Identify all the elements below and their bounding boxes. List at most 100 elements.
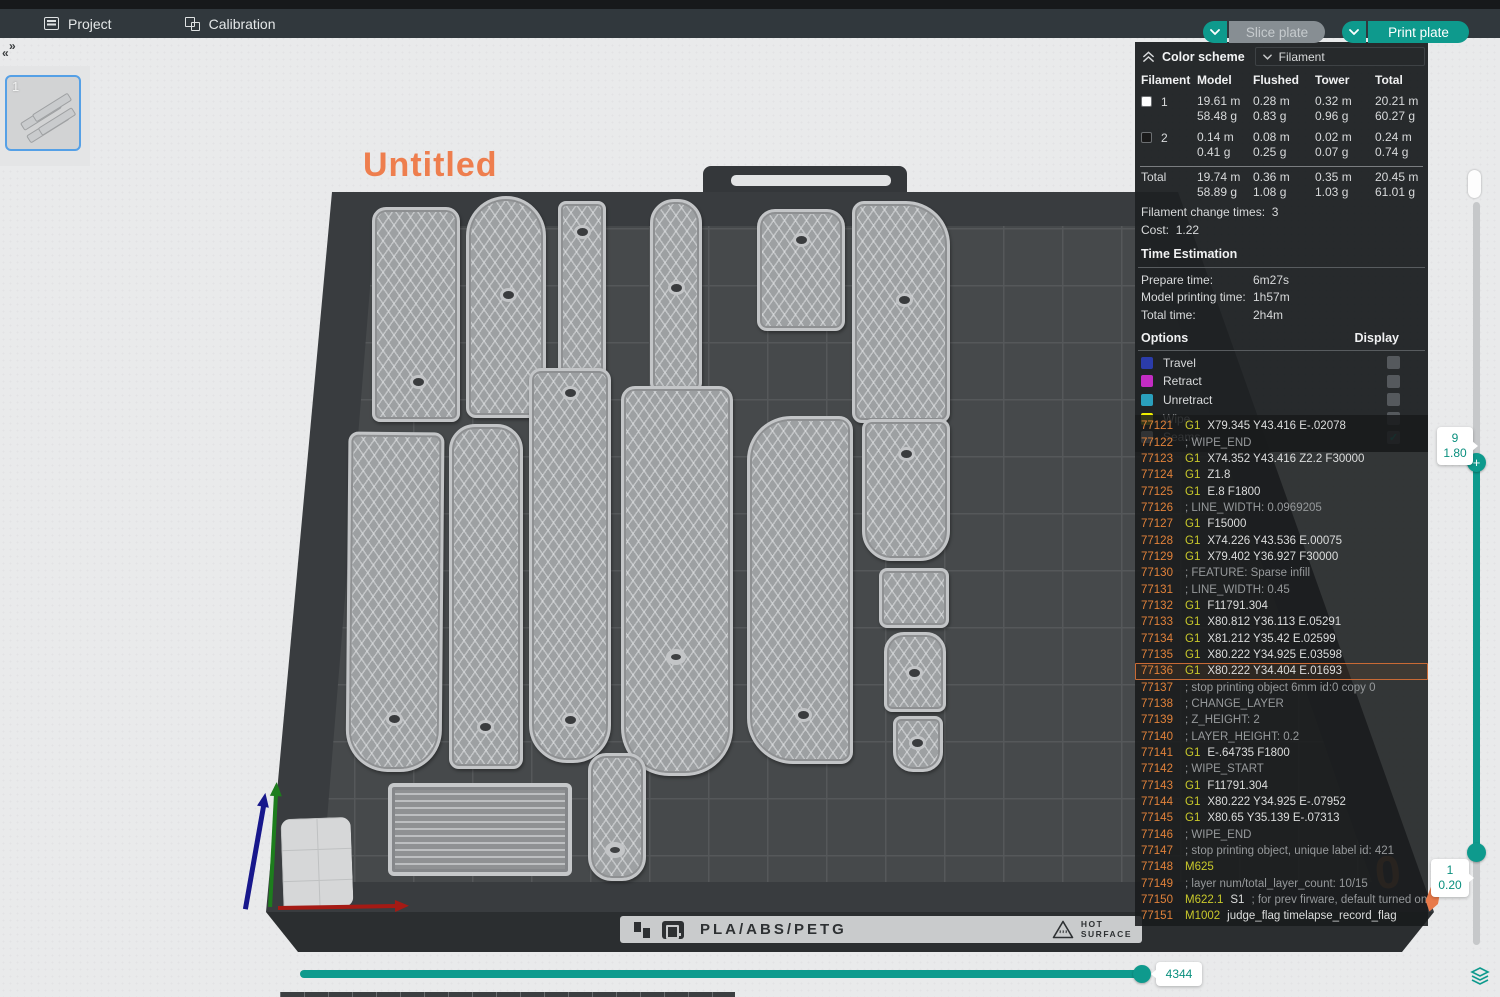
- plate-handle-slot: [731, 175, 891, 186]
- tab-project[interactable]: Project: [30, 9, 126, 38]
- gcode-line[interactable]: 77133G1X80.812 Y36.113 E.05291: [1135, 614, 1428, 630]
- option-label: Retract: [1163, 374, 1202, 388]
- layers-icon[interactable]: [1470, 966, 1490, 986]
- gcode-line-number: 77121: [1141, 420, 1178, 432]
- gcode-line[interactable]: 77122; WIPE_END: [1135, 434, 1428, 450]
- move-slider-handle[interactable]: [1133, 965, 1151, 983]
- gcode-line[interactable]: 77131; LINE_WIDTH: 0.45: [1135, 581, 1428, 597]
- gcode-token: X80.65 Y35.139 E-.07313: [1207, 812, 1339, 824]
- gcode-line[interactable]: 77130; FEATURE: Sparse infill: [1135, 565, 1428, 581]
- gcode-line[interactable]: 77123G1X74.352 Y43.416 Z2.2 F30000: [1135, 451, 1428, 467]
- tab-project-label: Project: [68, 16, 112, 32]
- gcode-line[interactable]: 77147; stop printing object, unique labe…: [1135, 843, 1428, 859]
- gcode-line[interactable]: 77139; Z_HEIGHT: 2: [1135, 712, 1428, 728]
- gcode-line[interactable]: 77149; layer num/total_layer_count: 10/1…: [1135, 876, 1428, 892]
- gcode-line[interactable]: 77146; WIPE_END: [1135, 827, 1428, 843]
- chevron-right-icon: »: [9, 41, 16, 51]
- table-cell: 19.61 m58.48 g: [1197, 94, 1253, 124]
- slice-plate-dropdown-button[interactable]: [1203, 21, 1227, 43]
- move-slider-value: 4344: [1166, 967, 1193, 982]
- gcode-token: F11791.304: [1207, 600, 1268, 612]
- gcode-line[interactable]: 77135G1X80.222 Y34.925 E.03598: [1135, 647, 1428, 663]
- object-hole: [912, 739, 923, 747]
- gcode-line-number: 77139: [1141, 714, 1178, 726]
- gcode-line[interactable]: 77141G1E-.64735 F1800: [1135, 745, 1428, 761]
- print-plate-dropdown-button[interactable]: [1342, 21, 1366, 43]
- gcode-line[interactable]: 77140; LAYER_HEIGHT: 0.2: [1135, 729, 1428, 745]
- gcode-line[interactable]: 77148M625: [1135, 859, 1428, 875]
- prime-wipe-pad: [280, 817, 353, 909]
- plate-title[interactable]: Untitled: [363, 146, 498, 185]
- total-label: Total: [1141, 170, 1197, 200]
- gcode-token: ; stop printing object, unique label id:…: [1185, 845, 1394, 857]
- option-display-checkbox[interactable]: ✓: [1387, 393, 1400, 406]
- gcode-line-number: 77138: [1141, 698, 1178, 710]
- gcode-token: G1: [1185, 518, 1200, 530]
- sliced-object-lid: [388, 783, 572, 876]
- gcode-line-number: 77150: [1141, 894, 1178, 906]
- gcode-line[interactable]: 77125G1E.8 F1800: [1135, 483, 1428, 499]
- gcode-token: G1: [1185, 486, 1200, 498]
- gcode-line-number: 77128: [1141, 535, 1178, 547]
- plate-thumbnail-1[interactable]: 1: [5, 75, 81, 151]
- gcode-line[interactable]: 77134G1X81.212 Y35.42 E.02599: [1135, 630, 1428, 646]
- gcode-line-number: 77135: [1141, 649, 1178, 661]
- gcode-token: X80.222 Y34.925 E.03598: [1207, 649, 1342, 661]
- gcode-token: M1002: [1185, 910, 1220, 922]
- gcode-token: X79.402 Y36.927 F30000: [1207, 551, 1338, 563]
- slice-plate-button[interactable]: Slice plate: [1229, 21, 1325, 43]
- bottom-layer-number: 1: [1447, 863, 1454, 878]
- color-scheme-select[interactable]: Filament: [1255, 47, 1425, 66]
- gcode-line[interactable]: 77124G1Z1.8: [1135, 467, 1428, 483]
- gcode-line[interactable]: 77128G1X74.226 Y43.536 E.00075: [1135, 532, 1428, 548]
- gcode-line[interactable]: 77126; LINE_WIDTH: 0.0969205: [1135, 500, 1428, 516]
- gcode-line[interactable]: 77138 ; CHANGE_LAYER: [1135, 696, 1428, 712]
- top-menu-bar: Project Calibration Slice plate Print pl…: [0, 9, 1500, 38]
- gcode-line[interactable]: 77144G1X80.222 Y34.925 E-.07952: [1135, 794, 1428, 810]
- table-cell: 19.74 m58.89 g: [1197, 170, 1253, 200]
- option-color-swatch: [1141, 394, 1153, 406]
- gcode-line-number: 77131: [1141, 584, 1178, 596]
- gcode-token: ; CHANGE_LAYER: [1185, 698, 1284, 710]
- gcode-line[interactable]: 77129G1X79.402 Y36.927 F30000: [1135, 549, 1428, 565]
- plate-material-label: PLA/ABS/PETG: [700, 921, 847, 938]
- print-plate-button[interactable]: Print plate: [1368, 21, 1469, 43]
- sliced-object: [757, 209, 845, 331]
- filament-swatch[interactable]: [1141, 132, 1152, 143]
- object-hole: [901, 450, 912, 458]
- gcode-line[interactable]: 77142; WIPE_START: [1135, 761, 1428, 777]
- move-slider-track[interactable]: [300, 970, 1148, 978]
- gcode-token: X80.222 Y34.925 E-.07952: [1207, 796, 1346, 808]
- plate-thumbnail-number: 1: [12, 79, 19, 94]
- filament-change-times-label: Filament change times:: [1141, 205, 1265, 219]
- one-layer-toggle[interactable]: [1468, 170, 1481, 198]
- gcode-line[interactable]: 77137; stop printing object 6mm id:0 cop…: [1135, 680, 1428, 696]
- sliced-object: [884, 632, 946, 712]
- gcode-line[interactable]: 77127G1F15000: [1135, 516, 1428, 532]
- option-display-checkbox[interactable]: ✓: [1387, 356, 1400, 369]
- gcode-line[interactable]: 77145G1X80.65 Y35.139 E-.07313: [1135, 810, 1428, 826]
- gcode-token: X80.222 Y34.404 E.01693: [1207, 665, 1342, 677]
- layer-slider-bottom-handle[interactable]: [1467, 843, 1486, 862]
- gcode-line[interactable]: 77143G1F11791.304: [1135, 778, 1428, 794]
- sliced-object: [893, 716, 943, 772]
- gcode-token: judge_flag timelapse_record_flag: [1227, 910, 1396, 922]
- gcode-line[interactable]: 77136G1X80.222 Y34.404 E.01693: [1135, 663, 1428, 679]
- collapse-panel-icon[interactable]: [1142, 50, 1155, 63]
- sidebar-collapse-icon[interactable]: » «: [2, 41, 20, 59]
- total-time-value: 2h4m: [1253, 308, 1283, 323]
- gcode-token: ; LAYER_HEIGHT: 0.2: [1185, 731, 1299, 743]
- gcode-line[interactable]: 77132G1F11791.304: [1135, 598, 1428, 614]
- tab-calibration[interactable]: Calibration: [171, 9, 290, 38]
- gcode-line[interactable]: 77150M622.1S1; for prev firware, default…: [1135, 892, 1428, 908]
- gcode-token: ; layer num/total_layer_count: 10/15: [1185, 878, 1368, 890]
- option-display-checkbox[interactable]: ✓: [1387, 375, 1400, 388]
- filament-swatch[interactable]: [1141, 96, 1152, 107]
- filament-table-header: FilamentModel FlushedTower Total: [1138, 67, 1425, 91]
- gcode-viewer-panel[interactable]: 77121G1X79.345 Y43.416 E-.0207877122; WI…: [1135, 415, 1428, 926]
- gcode-token: ; for prev firware, default turned on: [1251, 894, 1427, 906]
- gcode-line[interactable]: 77121G1X79.345 Y43.416 E-.02078: [1135, 418, 1428, 434]
- gcode-token: Z1.8: [1207, 469, 1230, 481]
- chevron-down-icon: [1263, 54, 1272, 60]
- gcode-line[interactable]: 77151M1002judge_flag timelapse_record_fl…: [1135, 908, 1428, 924]
